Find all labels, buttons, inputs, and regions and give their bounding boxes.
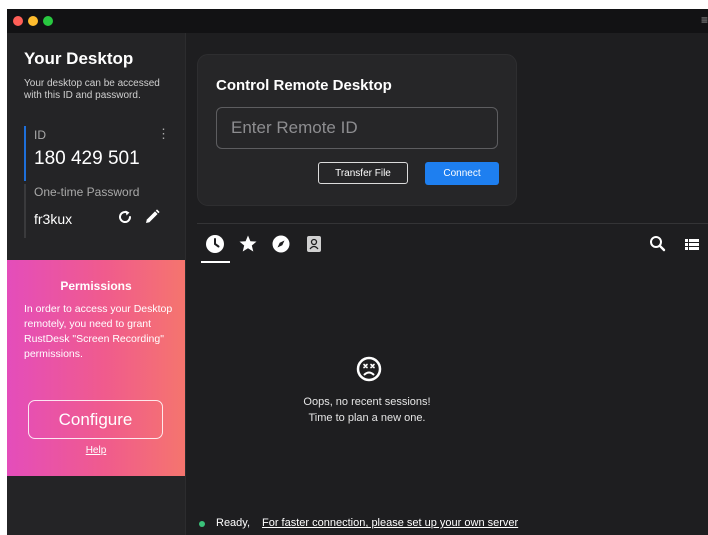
remote-id-input[interactable]: [216, 107, 498, 149]
password-block: One-time Password fr3kux: [24, 184, 176, 238]
view-list-icon[interactable]: [682, 234, 702, 254]
section-divider: [197, 223, 708, 224]
your-desktop-description: Your desktop can be accessed with this I…: [24, 78, 160, 101]
permissions-panel: Permissions In order to access your Desk…: [7, 260, 185, 476]
permissions-text: In order to access your Desktop remotely…: [24, 303, 173, 360]
setup-server-link[interactable]: For faster connection, please set up you…: [262, 517, 518, 529]
main-panel: Control Remote Desktop Transfer File Con…: [185, 33, 708, 535]
edit-icon[interactable]: [143, 208, 161, 226]
rustdesk-window: ≡ Your Desktop Your desktop can be acces…: [7, 9, 708, 535]
sidebar: Your Desktop Your desktop can be accesse…: [7, 33, 185, 535]
password-label: One-time Password: [34, 185, 140, 199]
connect-button[interactable]: Connect: [425, 162, 499, 185]
refresh-icon[interactable]: [116, 208, 134, 226]
search-icon[interactable]: [648, 234, 668, 254]
empty-sessions-line2: Time to plan a new one.: [308, 412, 426, 424]
clock-icon[interactable]: [205, 234, 225, 254]
control-remote-title: Control Remote Desktop: [216, 77, 392, 94]
your-desktop-title: Your Desktop: [24, 49, 134, 68]
help-link[interactable]: Help: [7, 445, 185, 456]
active-tab-indicator: [201, 261, 230, 263]
hamburger-menu-icon[interactable]: ≡: [701, 13, 708, 27]
empty-sessions-line1: Oops, no recent sessions!: [303, 396, 431, 408]
id-block: ID ⋮ 180 429 501: [24, 126, 176, 181]
control-remote-card: Control Remote Desktop Transfer File Con…: [197, 54, 517, 206]
compass-icon[interactable]: [271, 234, 291, 254]
star-icon[interactable]: [238, 234, 258, 254]
id-value[interactable]: 180 429 501: [34, 148, 140, 170]
configure-button[interactable]: Configure: [28, 400, 163, 439]
sad-face-icon: [356, 356, 382, 382]
session-tabs: [197, 232, 708, 263]
title-bar: ≡: [7, 9, 708, 33]
close-window-button[interactable]: [13, 16, 23, 26]
id-more-icon[interactable]: ⋮: [157, 126, 170, 142]
id-label: ID: [34, 128, 46, 142]
status-ready-text: Ready,: [216, 517, 251, 529]
permissions-title: Permissions: [60, 279, 132, 293]
password-value[interactable]: fr3kux: [34, 211, 72, 227]
minimize-window-button[interactable]: [28, 16, 38, 26]
status-indicator-icon: [199, 521, 205, 527]
address-book-icon[interactable]: [304, 234, 324, 254]
maximize-window-button[interactable]: [43, 16, 53, 26]
transfer-file-button[interactable]: Transfer File: [318, 162, 408, 184]
